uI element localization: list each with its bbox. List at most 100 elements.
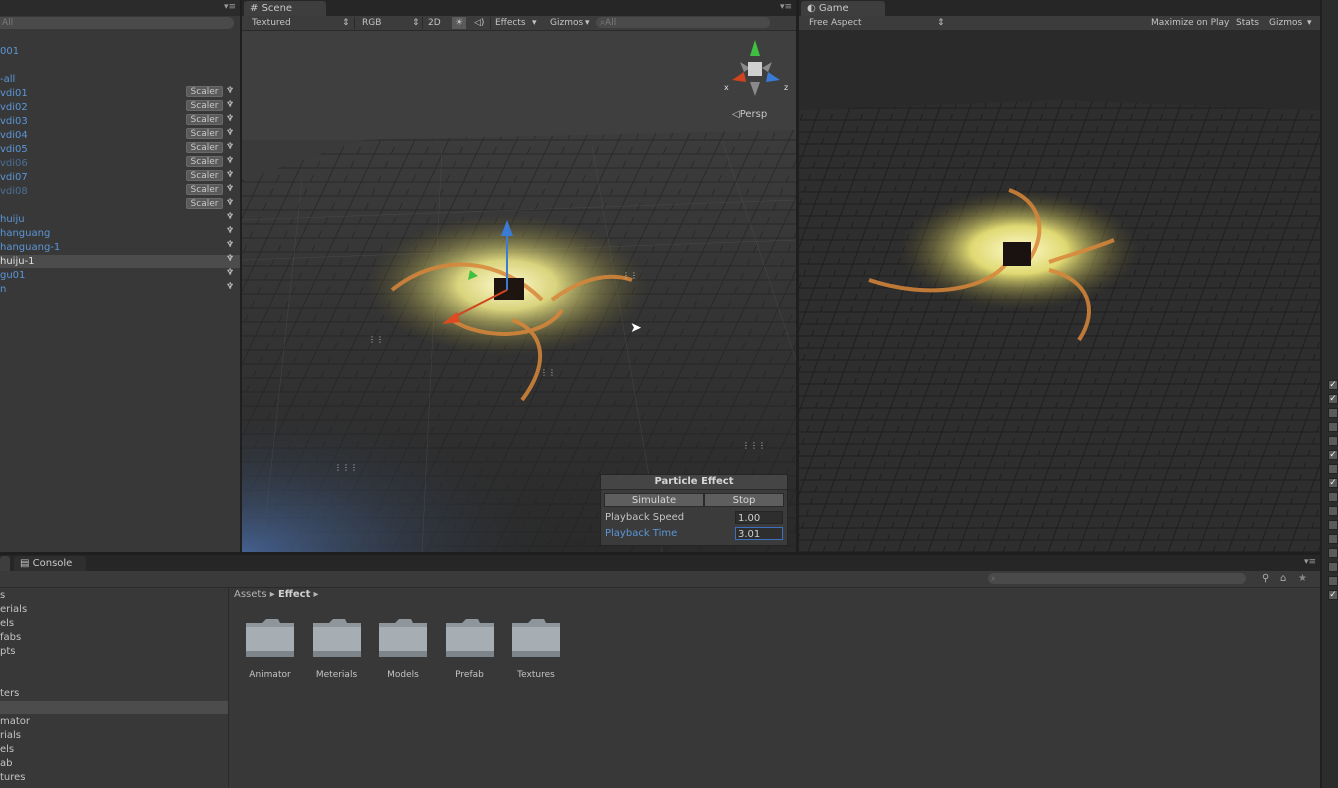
scaler-button[interactable]: Scaler — [186, 128, 223, 139]
panel-menu-icon[interactable]: ▾≡ — [224, 2, 236, 12]
scaler-button[interactable]: Scaler — [186, 114, 223, 125]
breadcrumb-assets[interactable]: Assets — [234, 589, 267, 600]
scaler-button[interactable]: Scaler — [186, 170, 223, 181]
playback-time-field[interactable]: 3.01 — [735, 527, 783, 540]
hierarchy-item[interactable]: vdi07 — [0, 171, 28, 184]
scene-view[interactable]: ⋮⋮ ⋮⋮ ⋮⋮ ⋮⋮⋮ ⋮⋮⋮ # Scene ▾≡ Textured ⇕ R… — [242, 0, 796, 552]
folder-tree-item[interactable]: fabs — [0, 631, 21, 644]
hierarchy-item[interactable]: vdi02 — [0, 101, 28, 114]
shading-mode-dropdown[interactable]: Textured — [252, 17, 291, 29]
inspector-checkbox[interactable] — [1328, 534, 1338, 544]
inspector-checkbox[interactable] — [1328, 422, 1338, 432]
hierarchy-item[interactable]: hanguang-1 — [0, 241, 60, 254]
inspector-checkbox[interactable]: ✓ — [1328, 478, 1338, 488]
stats-toggle[interactable]: Stats — [1236, 17, 1259, 29]
render-mode-dropdown[interactable]: RGB — [362, 17, 381, 29]
folder-tree-item[interactable]: mator — [0, 715, 30, 728]
hierarchy-item[interactable]: 001 — [0, 45, 19, 58]
hierarchy-item[interactable]: vdi01 — [0, 87, 28, 100]
game-view[interactable]: ◐ Game Free Aspect ⇕ Maximize on Play St… — [799, 0, 1320, 552]
hierarchy-item[interactable]: -all — [0, 73, 15, 86]
particle-effect-title: Particle Effect — [601, 475, 787, 490]
hierarchy-item[interactable]: huiju — [0, 213, 25, 226]
inspector-checkbox[interactable] — [1328, 492, 1338, 502]
particle-system-icon: ♆ — [225, 128, 235, 138]
breadcrumb-effect[interactable]: Effect — [278, 589, 310, 600]
hierarchy-item[interactable]: vdi08 — [0, 185, 28, 198]
hierarchy-item[interactable]: n — [0, 283, 6, 296]
inspector-checkbox[interactable]: ✓ — [1328, 590, 1338, 600]
audio-toggle-icon[interactable]: ◁) — [474, 17, 484, 29]
aspect-dropdown[interactable]: Free Aspect — [809, 17, 862, 29]
folder-item[interactable]: Models — [377, 617, 429, 680]
hierarchy-item[interactable]: vdi05 — [0, 143, 28, 156]
scaler-button[interactable]: Scaler — [186, 184, 223, 195]
scaler-button[interactable]: Scaler — [186, 142, 223, 153]
scene-search-input[interactable]: ⌕All — [596, 17, 770, 28]
folder-item[interactable]: Textures — [510, 617, 562, 680]
inspector-checkbox[interactable] — [1328, 548, 1338, 558]
hierarchy-item[interactable]: vdi04 — [0, 129, 28, 142]
scaler-button[interactable]: Scaler — [186, 198, 223, 209]
inspector-checkbox[interactable]: ✓ — [1328, 380, 1338, 390]
game-gizmos-dropdown[interactable]: Gizmos — [1269, 17, 1302, 29]
lighting-toggle-icon[interactable]: ☀ — [452, 17, 466, 29]
hierarchy-item[interactable]: huiju-1 — [0, 255, 35, 268]
folder-tree-item[interactable]: erials — [0, 603, 27, 616]
panel-menu-icon[interactable]: ▾≡ — [1304, 557, 1316, 567]
inspector-checkbox[interactable] — [1328, 520, 1338, 530]
effects-dropdown[interactable]: Effects — [495, 17, 526, 29]
inspector-checkbox[interactable] — [1328, 464, 1338, 474]
hierarchy-search-input[interactable]: All — [0, 17, 234, 29]
folder-tree-item[interactable]: els — [0, 617, 14, 630]
folder-tree-item[interactable]: ab — [0, 757, 12, 770]
console-icon: ▤ — [20, 558, 30, 569]
inspector-checkbox[interactable]: ✓ — [1328, 450, 1338, 460]
scene-viewport[interactable]: ⋮⋮ ⋮⋮ ⋮⋮ ⋮⋮⋮ ⋮⋮⋮ — [242, 0, 796, 552]
stop-button[interactable]: Stop — [704, 493, 784, 507]
inspector-checkbox[interactable] — [1328, 576, 1338, 586]
gizmos-dropdown[interactable]: Gizmos — [550, 17, 583, 29]
orientation-gizmo[interactable]: x z — [722, 38, 792, 104]
playback-time-label: Playback Time — [605, 528, 678, 539]
inspector-checkbox[interactable] — [1328, 562, 1338, 572]
hierarchy-item[interactable]: hanguang — [0, 227, 50, 240]
folder-icon — [312, 619, 361, 657]
folder-item[interactable]: Prefab — [444, 617, 496, 680]
folder-tree-item[interactable]: pts — [0, 645, 15, 658]
inspector-checkbox[interactable]: ✓ — [1328, 394, 1338, 404]
persp-toggle[interactable]: ◁Persp — [732, 109, 767, 120]
panel-menu-icon[interactable]: ▾≡ — [780, 2, 792, 12]
folder-tree-item[interactable]: s — [0, 589, 5, 602]
inspector-checkbox[interactable] — [1328, 436, 1338, 446]
folder-tree-item[interactable]: els — [0, 743, 14, 756]
maximize-on-play-toggle[interactable]: Maximize on Play — [1151, 17, 1229, 29]
folder-tree-item[interactable] — [0, 701, 228, 714]
folder-tree-item[interactable]: tures — [0, 771, 26, 784]
tab-game[interactable]: ◐ Game — [801, 1, 885, 16]
favorite-star-icon[interactable]: ★ — [1298, 573, 1307, 584]
2d-toggle[interactable]: 2D — [428, 17, 441, 29]
inspector-checkbox[interactable] — [1328, 506, 1338, 516]
folder-item[interactable]: Meterials — [311, 617, 363, 680]
scaler-button[interactable]: Scaler — [186, 156, 223, 167]
scaler-button[interactable]: Scaler — [186, 86, 223, 97]
inspector-checkbox[interactable] — [1328, 408, 1338, 418]
hierarchy-item[interactable]: vdi03 — [0, 115, 28, 128]
tab-scene[interactable]: # Scene — [244, 1, 326, 16]
game-toolbar: Free Aspect ⇕ Maximize on Play Stats Giz… — [799, 16, 1320, 31]
folder-item[interactable]: Animator — [244, 617, 296, 680]
scaler-button[interactable]: Scaler — [186, 100, 223, 111]
hierarchy-item[interactable]: gu01 — [0, 269, 25, 282]
filter-type-icon[interactable]: ⚲ — [1262, 573, 1269, 584]
tab-project[interactable] — [0, 556, 10, 571]
hierarchy-item[interactable]: vdi06 — [0, 157, 28, 170]
tab-console[interactable]: ▤ Console — [14, 556, 86, 571]
playback-speed-field[interactable]: 1.00 — [735, 511, 783, 524]
particle-system-icon: ♆ — [225, 226, 235, 236]
folder-tree-item[interactable]: rials — [0, 729, 21, 742]
folder-tree-item[interactable]: ters — [0, 687, 19, 700]
project-search-input[interactable]: ⌕ — [988, 573, 1246, 584]
filter-label-icon[interactable]: ⌂ — [1280, 573, 1286, 584]
simulate-button[interactable]: Simulate — [604, 493, 704, 507]
